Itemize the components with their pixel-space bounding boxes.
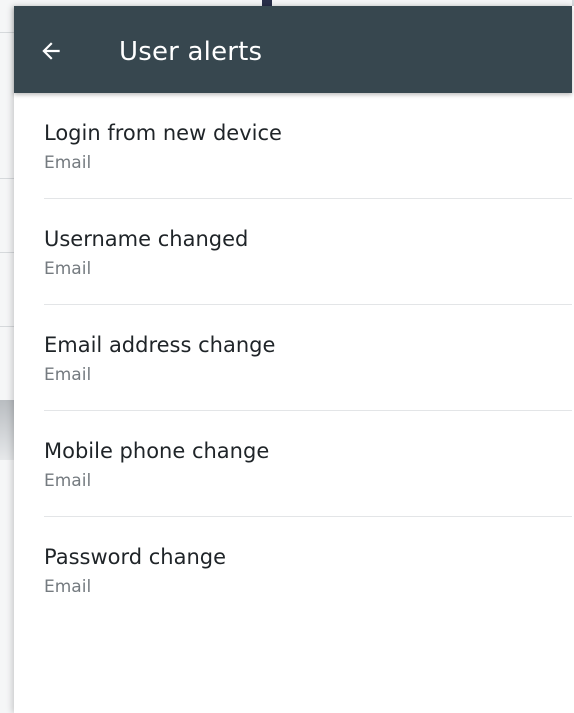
alert-title: Password change — [44, 545, 227, 569]
alerts-list: Login from new device Email Username cha… — [44, 93, 572, 622]
alert-channel: Email — [44, 153, 92, 173]
back-button[interactable] — [34, 34, 68, 68]
alert-channel: Email — [44, 577, 92, 597]
alert-title: Email address change — [44, 333, 276, 357]
alert-channel: Email — [44, 471, 92, 491]
divider — [0, 32, 14, 33]
list-item-email-address-change[interactable]: Email address change Email — [44, 305, 572, 411]
alert-title: Username changed — [44, 227, 249, 251]
list-item-username-changed[interactable]: Username changed Email — [44, 199, 572, 305]
alert-title: Login from new device — [44, 121, 282, 145]
list-item-password-change[interactable]: Password change Email — [44, 517, 572, 622]
alert-channel: Email — [44, 365, 92, 385]
page-title: User alerts — [119, 37, 263, 67]
arrow-left-icon — [42, 42, 60, 60]
app-bar: User alerts — [14, 6, 572, 93]
divider — [0, 252, 14, 253]
background-fragment — [0, 400, 14, 460]
divider — [0, 178, 14, 179]
list-item-login-new-device[interactable]: Login from new device Email — [44, 93, 572, 199]
alert-title: Mobile phone change — [44, 439, 270, 463]
divider — [0, 326, 14, 327]
list-item-mobile-phone-change[interactable]: Mobile phone change Email — [44, 411, 572, 517]
alert-channel: Email — [44, 259, 92, 279]
user-alerts-panel: User alerts Login from new device Email … — [14, 6, 574, 713]
